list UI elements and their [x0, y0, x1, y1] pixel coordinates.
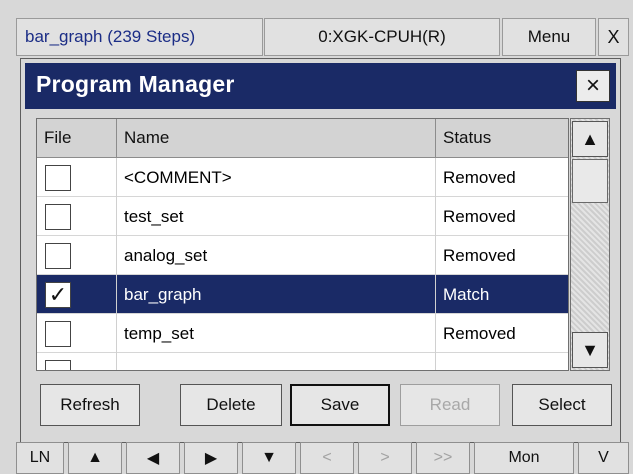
- project-info[interactable]: bar_graph (239 Steps): [16, 18, 263, 56]
- program-name: [117, 353, 436, 370]
- nav-right-button[interactable]: ▶: [184, 442, 238, 474]
- program-manager-dialog: Program Manager × File Name Status <COMM…: [20, 58, 621, 443]
- triangle-down-icon: ▼: [261, 449, 277, 466]
- program-status: [436, 353, 568, 370]
- header-file[interactable]: File: [37, 119, 117, 157]
- dialog-close-button[interactable]: ×: [576, 70, 610, 102]
- file-cell: [37, 314, 117, 353]
- file-checkbox[interactable]: [45, 164, 71, 191]
- file-cell: [37, 197, 117, 236]
- file-checkbox[interactable]: [45, 203, 71, 230]
- nav-down-button[interactable]: ▼: [242, 442, 296, 474]
- table-row[interactable]: temp_set Removed: [37, 314, 568, 353]
- triangle-right-icon: ▶: [204, 450, 218, 467]
- header-name[interactable]: Name: [117, 119, 436, 157]
- select-button[interactable]: Select: [512, 384, 612, 426]
- delete-button[interactable]: Delete: [180, 384, 282, 426]
- next-button[interactable]: >: [358, 442, 412, 474]
- scroll-down-button[interactable]: ▼: [572, 332, 608, 368]
- program-status: Removed: [443, 206, 516, 226]
- arrow-down-icon: ▼: [581, 339, 599, 360]
- app-close-button[interactable]: X: [598, 18, 629, 56]
- program-status: Removed: [443, 167, 516, 187]
- program-table: File Name Status <COMMENT> Removed test_…: [36, 118, 569, 371]
- arrow-up-icon: ▲: [581, 128, 599, 149]
- scroll-up-button[interactable]: ▲: [572, 121, 608, 157]
- top-bar: bar_graph (239 Steps) 0:XGK-CPUH(R) Menu…: [16, 18, 629, 58]
- fast-forward-button[interactable]: >>: [416, 442, 470, 474]
- file-cell: ✓: [37, 275, 117, 314]
- file-checkbox[interactable]: [45, 359, 71, 370]
- dialog-button-row: Refresh Delete Save Read Select: [21, 379, 622, 431]
- save-button[interactable]: Save: [290, 384, 390, 426]
- nav-up-button[interactable]: ▲: [68, 442, 122, 474]
- screen: bar_graph (239 Steps) 0:XGK-CPUH(R) Menu…: [0, 0, 633, 474]
- program-name: <COMMENT>: [117, 158, 436, 197]
- ln-button[interactable]: LN: [16, 442, 64, 474]
- read-button[interactable]: Read: [400, 384, 500, 426]
- triangle-up-icon: ▲: [87, 449, 103, 466]
- close-icon: ×: [585, 72, 600, 99]
- table-row[interactable]: test_set Removed: [37, 197, 568, 236]
- program-status: Removed: [443, 245, 516, 265]
- file-checkbox[interactable]: [45, 242, 71, 269]
- table-row[interactable]: <COMMENT> Removed: [37, 158, 568, 197]
- dialog-title-bar: Program Manager ×: [25, 63, 616, 109]
- prev-button[interactable]: <: [300, 442, 354, 474]
- file-checkbox-checked[interactable]: ✓: [45, 281, 71, 308]
- program-name: bar_graph: [117, 275, 436, 314]
- program-name: analog_set: [117, 236, 436, 275]
- program-status: Removed: [443, 323, 516, 343]
- menu-button[interactable]: Menu: [502, 18, 596, 56]
- bottom-toolbar: LN ▲ ◀ ▶ ▼ < > >> Mon V: [16, 442, 629, 474]
- mon-button[interactable]: Mon: [474, 442, 574, 474]
- header-status[interactable]: Status: [436, 119, 568, 157]
- table-body: <COMMENT> Removed test_set Removed analo…: [37, 158, 568, 370]
- nav-left-button[interactable]: ◀: [126, 442, 180, 474]
- scroll-thumb[interactable]: [572, 159, 608, 203]
- table-row[interactable]: analog_set Removed: [37, 236, 568, 275]
- program-name: temp_set: [117, 314, 436, 353]
- v-button[interactable]: V: [578, 442, 629, 474]
- table-header: File Name Status: [37, 119, 568, 158]
- file-cell: [37, 353, 117, 370]
- cpu-info[interactable]: 0:XGK-CPUH(R): [264, 18, 500, 56]
- table-row-selected[interactable]: ✓ bar_graph Match: [37, 275, 568, 314]
- program-status: Match: [443, 284, 490, 304]
- dialog-title: Program Manager: [36, 71, 235, 97]
- vertical-scrollbar[interactable]: ▲ ▼: [570, 118, 610, 371]
- table-row-partial[interactable]: [37, 353, 568, 370]
- file-cell: [37, 236, 117, 275]
- program-name: test_set: [117, 197, 436, 236]
- file-cell: [37, 158, 117, 197]
- refresh-button[interactable]: Refresh: [40, 384, 140, 426]
- file-checkbox[interactable]: [45, 320, 71, 347]
- triangle-left-icon: ◀: [146, 450, 160, 467]
